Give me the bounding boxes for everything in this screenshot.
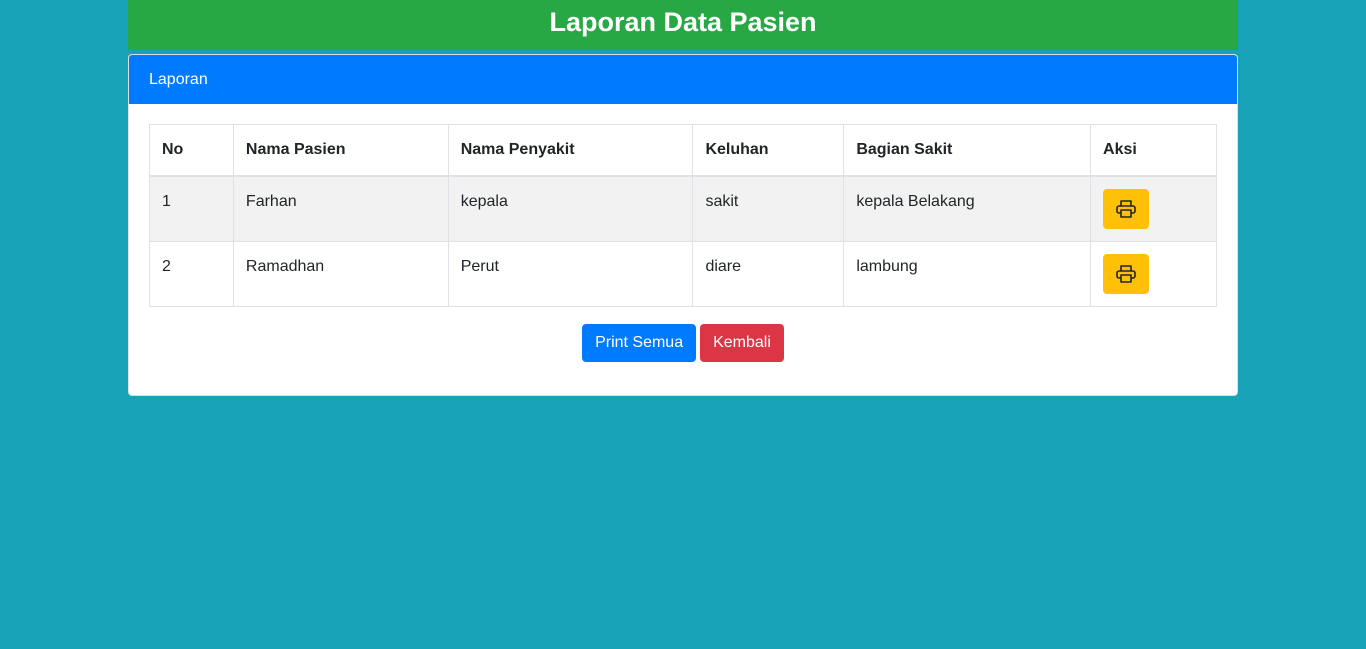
card-header: Laporan: [129, 55, 1237, 104]
cell-keluhan: diare: [692, 240, 845, 307]
cell-nama-penyakit: kepala: [447, 175, 694, 242]
column-header-nama-penyakit: Nama Penyakit: [447, 124, 694, 177]
table-header-row: No Nama Pasien Nama Penyakit Keluhan Bag…: [149, 124, 1217, 177]
printer-icon: [1116, 264, 1136, 283]
page-title: Laporan Data Pasien: [128, 0, 1238, 50]
cell-bagian-sakit: kepala Belakang: [843, 175, 1092, 242]
main-container: Laporan Data Pasien Laporan No Nama Pasi…: [128, 0, 1238, 396]
cell-nama-pasien: Farhan: [232, 175, 449, 242]
action-buttons: Print Semua Kembali: [149, 323, 1217, 362]
printer-icon: [1116, 200, 1136, 218]
cell-no: 1: [149, 175, 234, 242]
table-row: 2 Ramadhan Perut diare lambung: [149, 240, 1217, 307]
card-body: No Nama Pasien Nama Penyakit Keluhan Bag…: [129, 104, 1237, 362]
report-card: Laporan No Nama Pasien Nama Penyakit Kel…: [128, 54, 1238, 396]
column-header-aksi: Aksi: [1090, 124, 1217, 177]
cell-aksi: [1090, 175, 1217, 242]
column-header-keluhan: Keluhan: [692, 124, 845, 177]
back-button[interactable]: Kembali: [700, 323, 784, 362]
print-row-button[interactable]: [1103, 189, 1150, 229]
table-row: 1 Farhan kepala sakit kepala Belakang: [149, 175, 1217, 242]
cell-bagian-sakit: lambung: [843, 240, 1092, 307]
column-header-nama-pasien: Nama Pasien: [232, 124, 449, 177]
cell-nama-penyakit: Perut: [447, 240, 694, 307]
cell-no: 2: [149, 240, 234, 307]
patient-table: No Nama Pasien Nama Penyakit Keluhan Bag…: [149, 124, 1217, 307]
cell-nama-pasien: Ramadhan: [232, 240, 449, 307]
cell-keluhan: sakit: [692, 175, 845, 242]
column-header-bagian-sakit: Bagian Sakit: [843, 124, 1092, 177]
cell-aksi: [1090, 240, 1217, 307]
print-all-button[interactable]: Print Semua: [582, 323, 697, 362]
column-header-no: No: [149, 124, 234, 177]
print-row-button[interactable]: [1103, 253, 1150, 294]
